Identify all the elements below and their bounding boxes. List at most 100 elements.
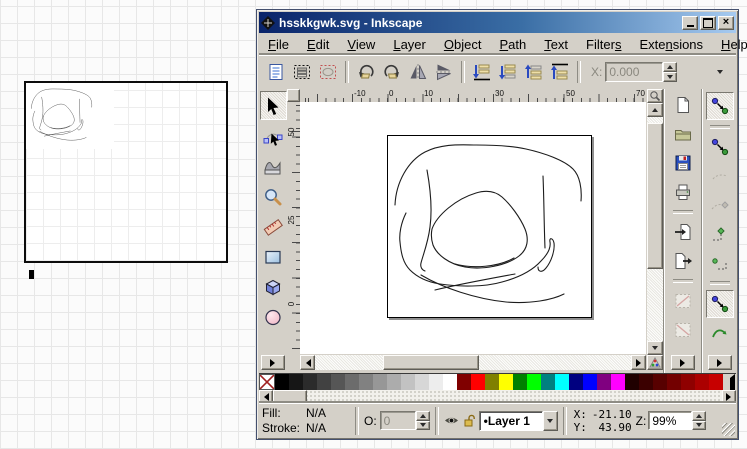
stepper-down[interactable] — [663, 72, 677, 82]
tool-measure[interactable] — [261, 213, 286, 240]
snap-nodes-button[interactable] — [707, 221, 733, 247]
window-resize-grip[interactable] — [722, 423, 735, 436]
print-button[interactable] — [670, 179, 696, 205]
maximize-button[interactable] — [700, 16, 716, 30]
deselect-button[interactable] — [315, 59, 341, 85]
stepper-up[interactable] — [663, 62, 677, 72]
menu-item[interactable]: Filters — [577, 35, 630, 54]
menu-item[interactable]: Path — [490, 35, 535, 54]
opacity-input[interactable]: 0 — [380, 411, 416, 430]
minimize-button[interactable] — [682, 16, 698, 30]
color-swatch[interactable] — [485, 374, 499, 390]
color-swatch[interactable] — [583, 374, 597, 390]
flip-horizontal-button[interactable] — [405, 59, 431, 85]
export-button[interactable] — [670, 248, 696, 274]
snap-others-button[interactable] — [706, 290, 734, 318]
menu-item[interactable]: Help — [712, 35, 747, 54]
color-swatch[interactable] — [681, 374, 695, 390]
scroll-down-button[interactable] — [647, 341, 663, 355]
zoom-input[interactable]: 99% — [648, 411, 692, 430]
color-swatch[interactable] — [331, 374, 345, 390]
commands-overflow-button[interactable] — [671, 355, 695, 370]
tool-selector[interactable] — [260, 91, 287, 120]
color-swatch[interactable] — [527, 374, 541, 390]
menu-item[interactable]: Extensions — [630, 35, 712, 54]
color-swatch[interactable] — [513, 374, 527, 390]
color-swatch[interactable] — [667, 374, 681, 390]
snap-bbox-edges-button[interactable] — [707, 163, 733, 189]
vertical-scrollbar[interactable] — [647, 89, 663, 355]
select-all-layers-button[interactable] — [289, 59, 315, 85]
scrollbar-thumb[interactable] — [383, 355, 479, 370]
snap-node-cusp-button[interactable] — [707, 250, 733, 276]
color-swatch[interactable] — [695, 374, 709, 390]
color-swatch[interactable] — [387, 374, 401, 390]
palette-scrollbar[interactable] — [259, 390, 736, 403]
snap-overflow-button[interactable] — [708, 355, 732, 370]
layer-lock-icon[interactable] — [464, 414, 476, 427]
x-coordinate-stepper[interactable] — [663, 62, 677, 82]
color-swatch[interactable] — [471, 374, 485, 390]
layer-selector[interactable]: • Layer 1 — [479, 411, 543, 431]
color-swatch[interactable] — [303, 374, 317, 390]
color-swatch[interactable] — [415, 374, 429, 390]
stepper-down[interactable] — [416, 421, 430, 431]
raise-button[interactable] — [521, 59, 547, 85]
palette-scroll-track[interactable] — [273, 390, 722, 403]
flip-vertical-button[interactable] — [431, 59, 457, 85]
scrollbar-thumb[interactable] — [647, 123, 663, 269]
save-button[interactable] — [670, 150, 696, 176]
color-swatch[interactable] — [345, 374, 359, 390]
color-swatch[interactable] — [639, 374, 653, 390]
select-all-button[interactable] — [263, 59, 289, 85]
scroll-left-button[interactable] — [300, 355, 315, 370]
color-management-button[interactable] — [647, 355, 663, 370]
stepper-up[interactable] — [416, 411, 430, 421]
tool-3d-box[interactable] — [261, 273, 286, 300]
import-button[interactable] — [670, 219, 696, 245]
color-swatch[interactable] — [401, 374, 415, 390]
toolbar-overflow-button[interactable] — [712, 63, 728, 81]
color-swatch[interactable] — [429, 374, 443, 390]
titlebar[interactable]: hsskkgwk.svg - Inkscape × — [259, 12, 736, 33]
color-swatch[interactable] — [443, 374, 457, 390]
fill-stroke-indicator[interactable]: Fill: N/A Stroke: N/A — [262, 406, 350, 435]
swatch-no-color[interactable] — [259, 374, 275, 390]
color-swatch[interactable] — [289, 374, 303, 390]
color-swatch[interactable] — [373, 374, 387, 390]
scroll-right-button[interactable] — [631, 355, 646, 370]
scroll-up-button[interactable] — [647, 103, 663, 117]
tool-node-editor[interactable] — [261, 123, 286, 150]
palette-scroll-left[interactable] — [259, 390, 273, 403]
opacity-stepper[interactable] — [416, 411, 430, 430]
tool-ellipse[interactable] — [261, 303, 286, 330]
menu-item[interactable]: File — [259, 35, 298, 54]
toolbox-overflow-button[interactable] — [261, 355, 285, 370]
undo-button[interactable] — [670, 288, 696, 314]
layer-visibility-icon[interactable] — [444, 415, 459, 426]
menu-item[interactable]: Text — [535, 35, 577, 54]
vertical-ruler[interactable]: 50250 — [287, 102, 300, 354]
new-document-button[interactable] — [670, 92, 696, 118]
sticky-zoom-button[interactable] — [647, 89, 663, 103]
color-swatch[interactable] — [359, 374, 373, 390]
horizontal-ruler[interactable]: -10010305070 — [300, 89, 646, 102]
color-swatch[interactable] — [611, 374, 625, 390]
color-swatch[interactable] — [499, 374, 513, 390]
snap-bbox-corners-button[interactable] — [707, 192, 733, 218]
close-button[interactable]: × — [718, 16, 734, 30]
palette-scroll-right[interactable] — [722, 390, 736, 403]
menu-item[interactable]: Edit — [298, 35, 338, 54]
snap-enable-button[interactable] — [706, 92, 734, 120]
snap-paths-button[interactable] — [707, 321, 733, 347]
menu-item[interactable]: View — [338, 35, 384, 54]
lower-to-bottom-button[interactable] — [469, 59, 495, 85]
x-coordinate-input[interactable]: 0.000 — [605, 62, 663, 82]
color-swatch[interactable] — [569, 374, 583, 390]
color-swatch[interactable] — [317, 374, 331, 390]
color-swatch[interactable] — [653, 374, 667, 390]
color-swatch[interactable] — [457, 374, 471, 390]
stepper-down[interactable] — [692, 421, 706, 431]
canvas[interactable] — [300, 102, 646, 354]
stepper-up[interactable] — [692, 411, 706, 421]
